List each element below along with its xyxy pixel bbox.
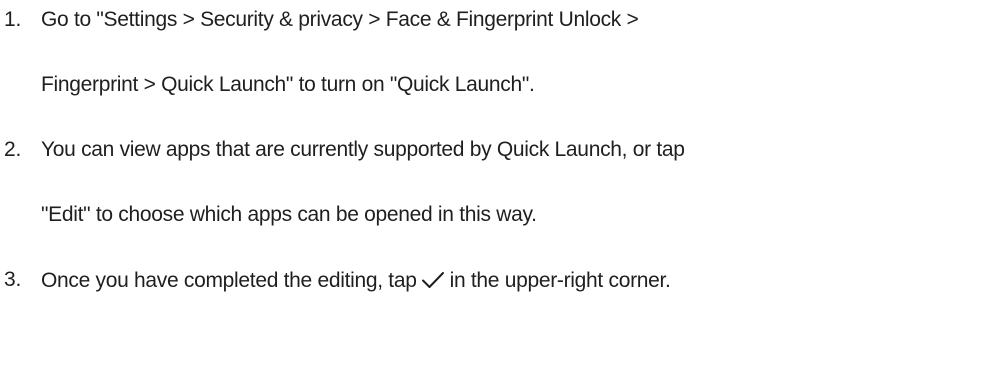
step-2-line-2: "Edit" to choose which apps can be opene… xyxy=(41,203,537,226)
step-1-line-2: Fingerprint > Quick Launch" to turn on "… xyxy=(41,73,535,96)
step-3-text: Once you have completed the editing, tap… xyxy=(41,270,671,291)
step-1-line-1: Go to "Settings > Security & privacy > F… xyxy=(41,8,639,31)
step-2: 2. You can view apps that are currently … xyxy=(0,95,984,225)
checkmark-icon xyxy=(421,270,445,290)
step-1: 1. Go to "Settings > Security & privacy … xyxy=(0,0,984,95)
step-1-number: 1. xyxy=(4,8,22,31)
step-2-line-1: You can view apps that are currently sup… xyxy=(41,138,685,161)
step-3-text-before-icon: Once you have completed the editing, tap xyxy=(41,269,417,292)
step-3-number: 3. xyxy=(4,268,22,291)
instruction-steps: 1. Go to "Settings > Security & privacy … xyxy=(0,0,984,291)
step-1-text: Go to "Settings > Security & privacy > F… xyxy=(41,8,639,96)
step-3-text-after-icon: in the upper-right corner. xyxy=(449,269,671,292)
step-3: 3. Once you have completed the editing, … xyxy=(0,225,984,291)
step-2-text: You can view apps that are currently sup… xyxy=(41,138,685,226)
step-3-line-1: Once you have completed the editing, tap… xyxy=(41,270,671,291)
step-2-number: 2. xyxy=(4,138,22,161)
